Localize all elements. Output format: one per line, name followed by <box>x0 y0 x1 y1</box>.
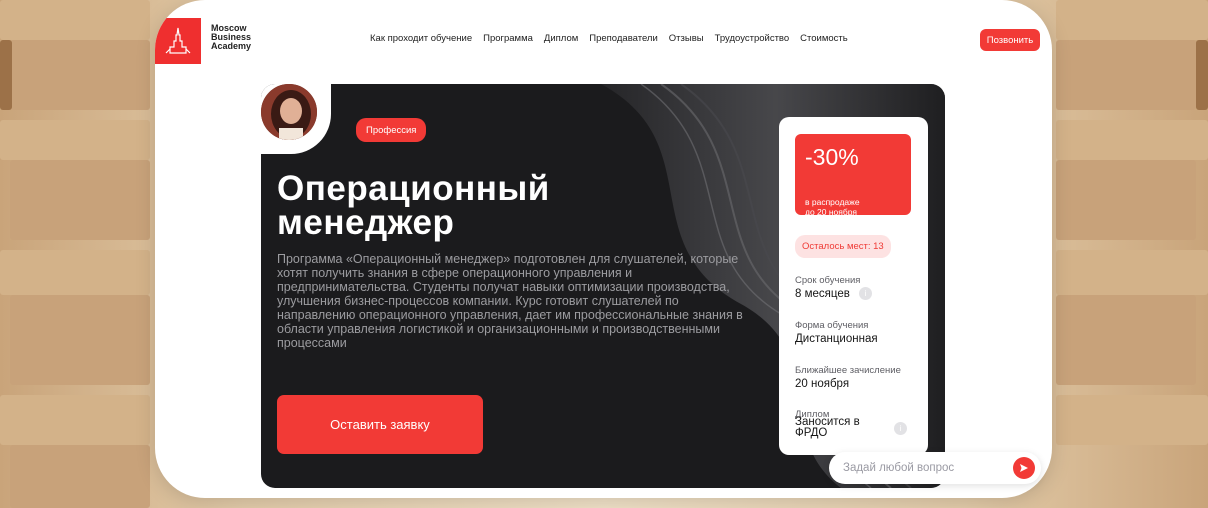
nav-item-reviews[interactable]: Отзывы <box>669 33 704 44</box>
discount-badge: -30% в распродаже до 20 ноября <box>795 134 911 217</box>
brand-logo[interactable] <box>155 18 201 64</box>
study-form-label: Форма обучения <box>795 320 869 331</box>
background-box <box>10 40 150 110</box>
nav-item-price[interactable]: Стоимость <box>800 33 848 44</box>
background-box <box>1056 295 1196 385</box>
call-button[interactable]: Позвонить <box>980 29 1040 51</box>
apply-button[interactable]: Оставить заявку <box>277 395 483 454</box>
info-icon[interactable]: i <box>894 422 907 435</box>
program-description: Программа «Операционный менеджер» подгот… <box>277 252 743 350</box>
background-box <box>1056 160 1196 240</box>
profession-badge: Профессия <box>356 118 427 142</box>
seats-left-badge: Осталось мест: 13 <box>795 235 891 258</box>
background-box <box>1056 40 1196 110</box>
background-box <box>1196 40 1208 110</box>
enrollment-value: 20 ноября <box>795 378 850 390</box>
chat-widget <box>829 452 1041 484</box>
discount-note-line: в распродаже <box>805 197 860 207</box>
background-box <box>1056 250 1208 295</box>
nav-item-teachers[interactable]: Преподаватели <box>589 33 658 44</box>
info-icon[interactable]: i <box>859 287 872 300</box>
discount-note: в распродаже до 20 ноября <box>805 197 905 217</box>
background-box <box>1056 120 1208 160</box>
browser-page: Moscow Business Academy Как проходит обу… <box>155 0 1052 498</box>
main-nav: Как проходит обучение Программа Диплом П… <box>370 33 848 44</box>
background-box <box>10 295 150 385</box>
brand-name: Moscow Business Academy <box>211 24 271 51</box>
background-box <box>0 395 150 445</box>
discount-note-line: до 20 ноября <box>805 207 857 217</box>
background-box <box>0 40 12 110</box>
teacher-avatar <box>259 82 319 142</box>
nav-item-diploma[interactable]: Диплом <box>544 33 578 44</box>
title-line: менеджер <box>277 203 455 242</box>
nav-item-employment[interactable]: Трудоустройство <box>715 33 790 44</box>
discount-value: -30% <box>805 144 859 170</box>
nav-item-how-it-works[interactable]: Как проходит обучение <box>370 33 472 44</box>
background-box <box>0 0 150 40</box>
nav-item-program[interactable]: Программа <box>483 33 533 44</box>
background-box <box>0 120 150 160</box>
kremlin-tower-icon <box>165 27 191 54</box>
course-info-card: -30% в распродаже до 20 ноября Осталось … <box>779 117 928 455</box>
chat-question-input[interactable] <box>843 458 1003 478</box>
send-arrow-icon <box>1020 464 1028 472</box>
duration-value: 8 месяцев <box>795 288 850 300</box>
diploma-value-line: ФРДО <box>795 427 828 439</box>
study-form-value: Дистанционная <box>795 333 878 345</box>
background-box <box>10 160 150 240</box>
title-line: Операционный <box>277 169 550 208</box>
duration-label: Срок обучения <box>795 275 861 286</box>
background-box <box>0 250 150 295</box>
brand-line: Academy <box>211 41 252 51</box>
background-box <box>1056 0 1208 40</box>
site-header: Moscow Business Academy Как проходит обу… <box>155 0 1052 70</box>
page-title: Операционный менеджер <box>277 169 677 242</box>
background-box <box>10 445 150 508</box>
diploma-value: Заносится в ФРДО <box>795 416 860 439</box>
enrollment-label: Ближайшее зачисление <box>795 365 901 376</box>
background-box <box>1056 395 1208 445</box>
chat-send-button[interactable] <box>1013 457 1035 479</box>
